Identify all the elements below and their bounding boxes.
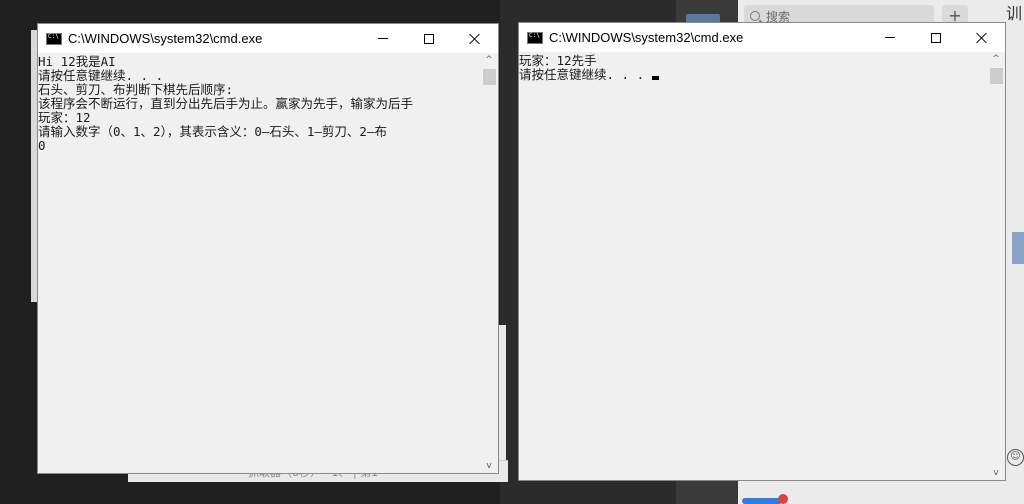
scroll-up-icon[interactable]: ^ bbox=[992, 55, 1000, 64]
close-icon bbox=[976, 32, 988, 44]
close-button[interactable] bbox=[959, 23, 1005, 52]
console-line: 石头、剪刀、布判断下棋先后顺序: bbox=[38, 82, 234, 97]
scroll-thumb[interactable] bbox=[990, 68, 1003, 84]
console-line: 请按任意键继续. . . bbox=[38, 68, 164, 83]
vertical-scrollbar[interactable]: ^ v bbox=[481, 53, 498, 473]
window-controls bbox=[360, 24, 498, 53]
send-button[interactable] bbox=[742, 498, 782, 504]
cmd-app-icon[interactable] bbox=[527, 31, 543, 44]
window-title: C:\WINDOWS\system32\cmd.exe bbox=[68, 31, 263, 46]
chat-title: 训 bbox=[1006, 4, 1023, 23]
title-bar[interactable]: C:\WINDOWS\system32\cmd.exe bbox=[519, 23, 1005, 52]
text-cursor bbox=[651, 76, 659, 80]
minimize-icon bbox=[378, 38, 388, 39]
maximize-icon bbox=[424, 33, 434, 44]
cmd-app-icon[interactable] bbox=[46, 32, 62, 45]
contact-avatar[interactable] bbox=[1012, 232, 1024, 264]
window-title: C:\WINDOWS\system32\cmd.exe bbox=[549, 30, 744, 45]
maximize-icon bbox=[931, 32, 941, 43]
console-line: Hi 12我是AI bbox=[38, 54, 116, 69]
console-line: 玩家：12 bbox=[38, 110, 91, 125]
console-output[interactable]: 玩家：12先手 请按任意键继续. . . bbox=[519, 52, 988, 480]
close-icon bbox=[469, 33, 481, 45]
scroll-thumb[interactable] bbox=[483, 69, 496, 85]
vertical-scrollbar[interactable]: ^ v bbox=[988, 52, 1005, 480]
window-controls bbox=[867, 23, 1005, 52]
console-line: 玩家：12先手 bbox=[519, 53, 597, 68]
minimize-button[interactable] bbox=[360, 24, 406, 53]
cmd-window-left[interactable]: C:\WINDOWS\system32\cmd.exe Hi 12我是AI请按任… bbox=[37, 23, 499, 474]
notification-dot bbox=[778, 494, 788, 504]
console-line: 该程序会不断运行，直到分出先后手为止。赢家为先手，输家为后手 bbox=[38, 96, 414, 111]
maximize-button[interactable] bbox=[913, 23, 959, 52]
title-bar[interactable]: C:\WINDOWS\system32\cmd.exe bbox=[38, 24, 498, 53]
console-output[interactable]: Hi 12我是AI 请按任意键继续. . . 石头、剪刀、布判断下棋先后顺序: 该程序… bbox=[38, 53, 481, 473]
console-line: 请按任意键继续. . . bbox=[519, 68, 988, 82]
scroll-down-icon[interactable]: v bbox=[992, 469, 1000, 478]
scroll-up-icon[interactable]: ^ bbox=[485, 56, 493, 65]
maximize-button[interactable] bbox=[406, 24, 452, 53]
console-line: 请输入数字（0、1、2），其表示含义：0—石头、1—剪刀、2—布 bbox=[38, 124, 387, 139]
minimize-icon bbox=[885, 37, 895, 38]
emoji-icon[interactable]: ☺ bbox=[1007, 449, 1024, 466]
scroll-down-icon[interactable]: v bbox=[485, 462, 493, 471]
console-line: 0 bbox=[38, 138, 46, 153]
minimize-button[interactable] bbox=[867, 23, 913, 52]
search-icon bbox=[750, 11, 760, 21]
close-button[interactable] bbox=[452, 24, 498, 53]
cmd-window-right[interactable]: C:\WINDOWS\system32\cmd.exe 玩家：12先手请按任意键… bbox=[518, 22, 1006, 481]
